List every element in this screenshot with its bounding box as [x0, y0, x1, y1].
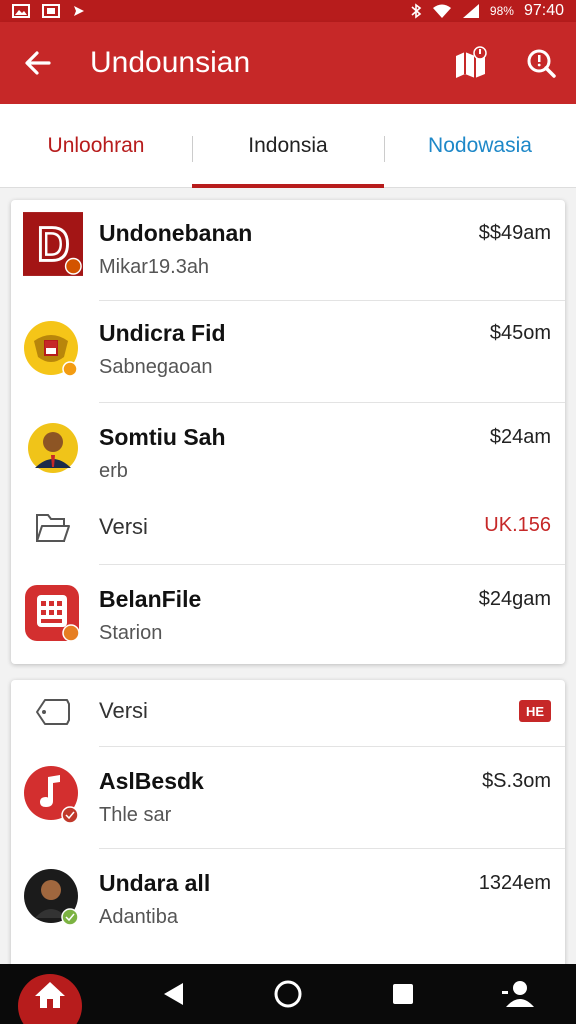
app-logo: [23, 766, 83, 826]
music-app-icon: [24, 766, 79, 824]
status-badge: HE: [519, 700, 551, 722]
avatar: [23, 868, 83, 928]
list-item-versi[interactable]: Versi HE: [11, 680, 565, 746]
tab-bar: Unloohran Indonsia Nodowasia: [0, 104, 576, 188]
home-icon: [35, 982, 65, 1008]
calculator-app-icon: [25, 585, 80, 642]
map-flag-icon: [456, 46, 487, 78]
divider: [99, 848, 565, 849]
item-name: Undara all: [99, 870, 211, 896]
battery-percent: 98%: [489, 4, 514, 18]
signal-icon: [462, 4, 479, 18]
item-name: AslBesdk: [99, 768, 204, 794]
divider: [99, 402, 565, 403]
tab-indonsia[interactable]: Indonsia: [192, 104, 384, 188]
list-item[interactable]: BelanFile Starion $24gam: [11, 564, 565, 664]
nav-profile-button[interactable]: [482, 964, 554, 1024]
divider: [99, 746, 565, 747]
arrow-back-icon: [25, 51, 51, 75]
nav-back-button[interactable]: [137, 964, 209, 1024]
item-amount: 1324em: [478, 872, 551, 894]
divider: [99, 300, 565, 301]
d-logo-icon: [23, 212, 83, 276]
clock-time: 97:40: [523, 2, 564, 19]
list-item[interactable]: Undicra Fid Sabnegaoan $45om: [11, 300, 565, 402]
item-amount: $24am: [489, 426, 551, 448]
item-name: Undonebanan: [99, 220, 253, 246]
person-icon: [502, 981, 535, 1007]
app-bar: Undounsian: [0, 22, 576, 104]
page-title: Undounsian: [90, 46, 251, 79]
list-item[interactable]: Undara all Adantiba 1324em: [11, 848, 565, 950]
search-button[interactable]: [506, 22, 576, 104]
tab-nodowasia[interactable]: Nodowasia: [384, 104, 576, 187]
item-amount: $$49am: [478, 222, 551, 244]
item-amount: $24gam: [478, 588, 551, 610]
item-subtitle: erb: [99, 460, 128, 482]
tab-unloohran[interactable]: Unloohran: [0, 104, 192, 187]
avatar: [23, 418, 83, 478]
image-notification-icon: [12, 4, 30, 18]
wifi-icon: [432, 4, 451, 18]
garuda-emblem: [23, 320, 83, 380]
item-subtitle: Adantiba: [99, 906, 178, 928]
secondary-list-card: Versi HE AslBesdk Thle sar $S.3om Undara…: [11, 680, 565, 970]
garuda-emblem-icon: [24, 321, 78, 377]
item-amount: $S.3om: [482, 770, 551, 792]
app-logo: [23, 584, 83, 644]
list-item-versi[interactable]: Versi UK.156: [11, 490, 565, 564]
item-subtitle: Thle sar: [99, 804, 172, 826]
list-item[interactable]: Undonebanan Mikar19.3ah $$49am: [11, 200, 565, 300]
status-bar: 98% 97:40: [0, 0, 576, 22]
divider: [99, 564, 565, 565]
triangle-back-icon: [163, 983, 183, 1005]
item-subtitle: Mikar19.3ah: [99, 256, 210, 278]
person-avatar-icon: [24, 869, 79, 926]
gallery-notification-icon: [42, 4, 60, 18]
system-nav-bar: [0, 964, 576, 1024]
item-label: Versi: [99, 514, 148, 539]
folder-icon: [36, 514, 70, 542]
list-item[interactable]: Somtiu Sah erb $24am: [11, 402, 565, 502]
send-notification-icon: [74, 6, 84, 16]
bluetooth-icon: [411, 3, 422, 19]
search-icon: [527, 49, 556, 78]
transaction-list-card: Undonebanan Mikar19.3ah $$49am Undicra F…: [11, 200, 565, 664]
folder-outline: [23, 498, 83, 558]
item-label: Versi: [99, 698, 148, 723]
item-name: Somtiu Sah: [99, 424, 226, 450]
back-button[interactable]: [0, 22, 76, 104]
tag-icon: [36, 699, 70, 725]
item-amount: UK.156: [484, 514, 551, 536]
tag-outline: [23, 682, 83, 742]
nav-recents-button[interactable]: [367, 964, 439, 1024]
item-subtitle: Starion: [99, 622, 163, 644]
square-recents-icon: [393, 984, 414, 1004]
item-name: Undicra Fid: [99, 320, 226, 346]
item-amount: $45om: [489, 322, 551, 344]
circle-home-icon: [274, 980, 302, 1008]
nav-home-button[interactable]: [252, 964, 324, 1024]
item-subtitle: Sabnegaoan: [99, 356, 213, 378]
list-item[interactable]: AslBesdk Thle sar $S.3om: [11, 746, 565, 848]
map-button[interactable]: [436, 22, 506, 104]
item-name: BelanFile: [99, 586, 202, 612]
app-logo: [23, 212, 83, 276]
person-avatar-icon: [28, 423, 78, 473]
